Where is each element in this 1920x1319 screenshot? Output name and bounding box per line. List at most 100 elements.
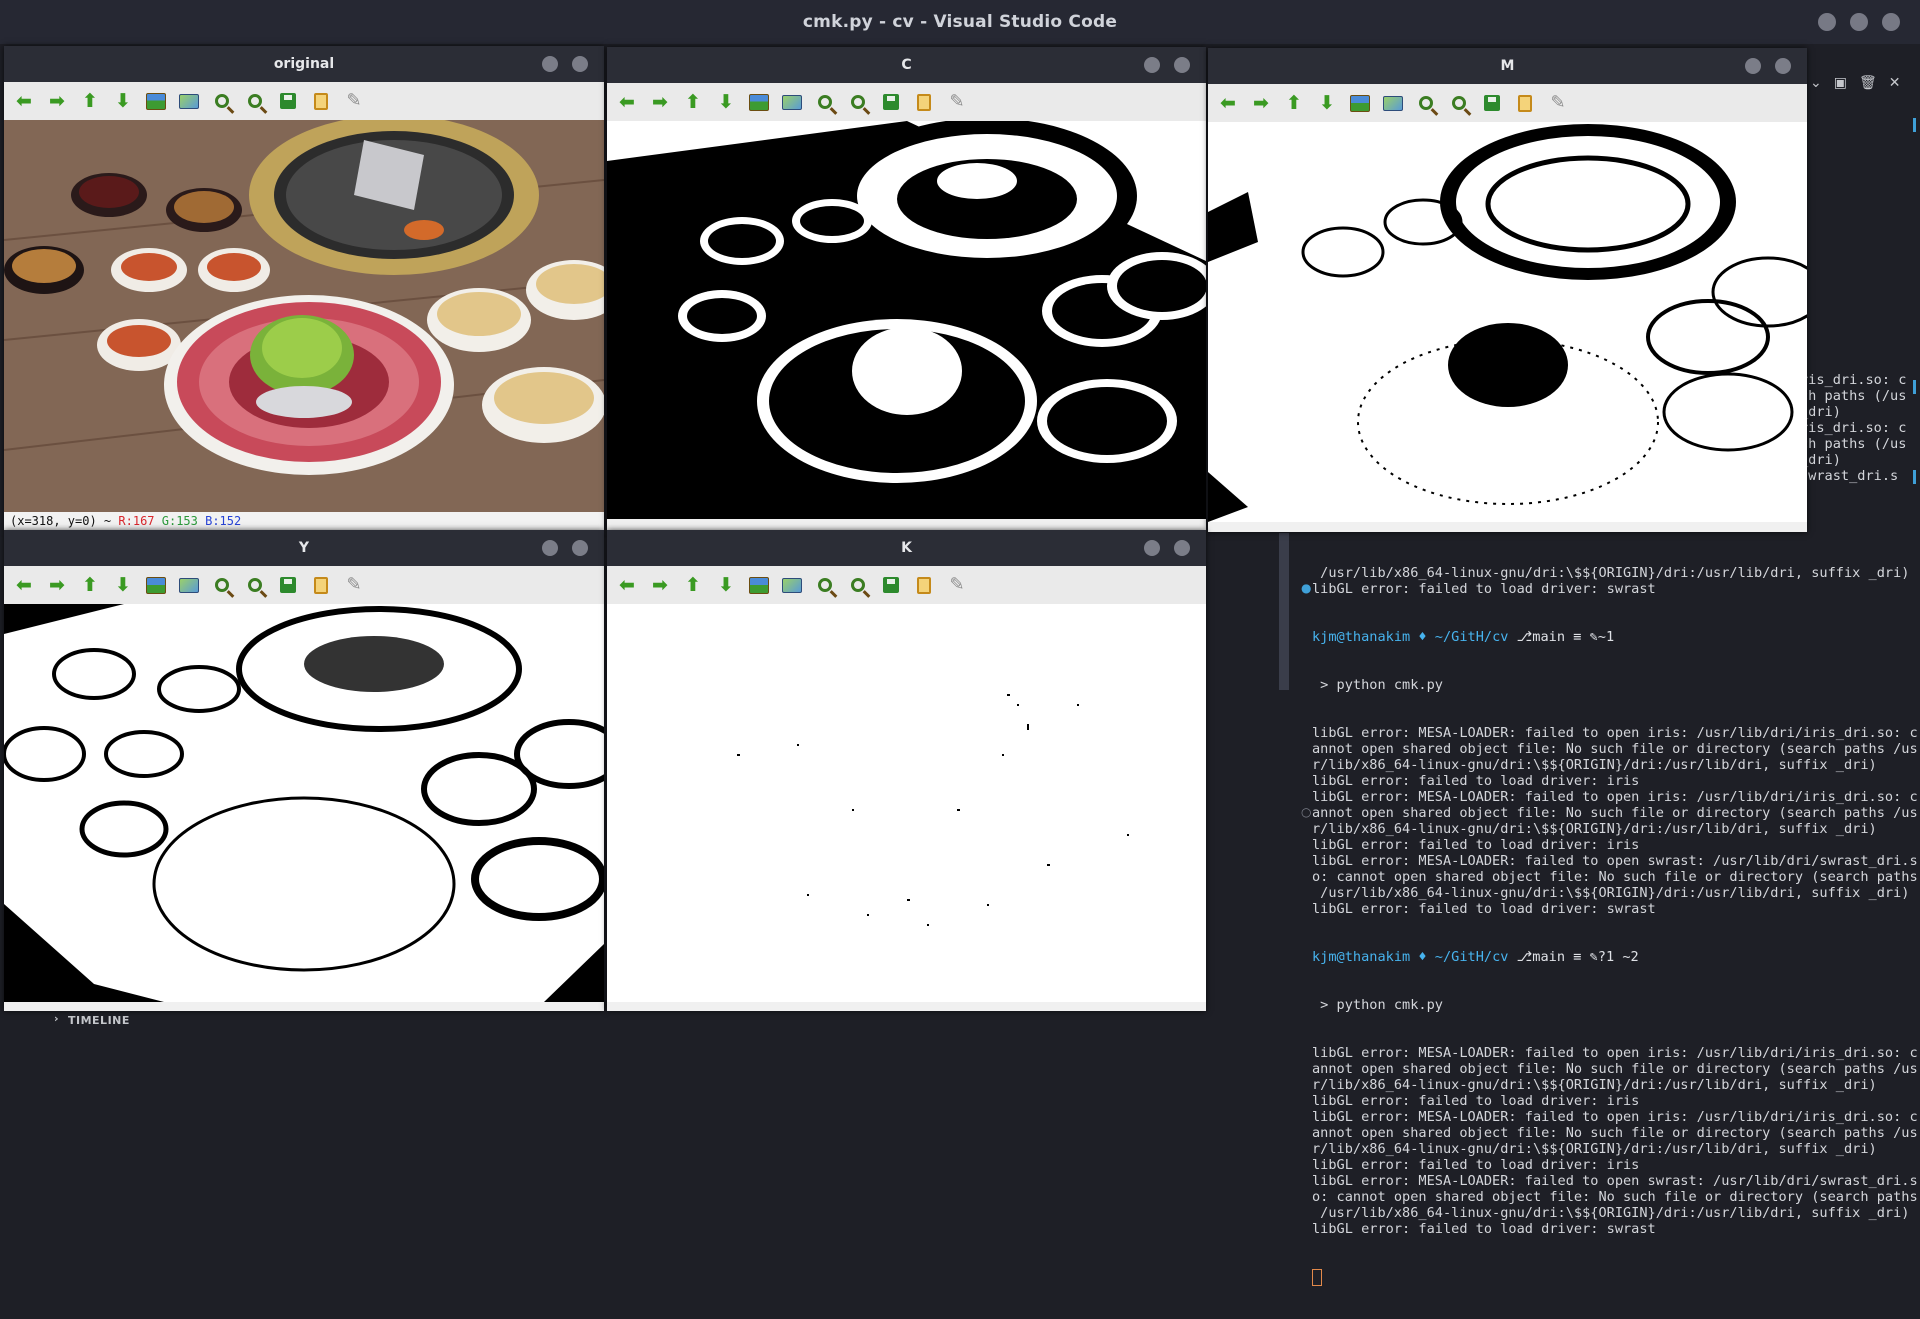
arrow-left-icon[interactable]: ⬅	[615, 90, 639, 114]
zoom-in-icon[interactable]	[210, 89, 234, 113]
close-button[interactable]	[572, 56, 588, 72]
arrow-down-icon[interactable]: ⬇	[111, 573, 135, 597]
arrow-left-icon[interactable]: ⬅	[12, 89, 36, 113]
image-properties-icon[interactable]	[177, 89, 201, 113]
copy-icon[interactable]	[1513, 91, 1537, 115]
terminal-output: /usr/lib/x86_64-linux-gnu/dri:\$${ORIGIN…	[1312, 533, 1918, 1286]
opencv-window-m[interactable]: M ⬅ ➡ ⬆ ⬇ ✎	[1208, 48, 1807, 532]
close-panel-icon[interactable]: ✕	[1889, 75, 1901, 91]
arrow-up-icon[interactable]: ⬆	[78, 89, 102, 113]
image-icon[interactable]	[747, 90, 771, 114]
zoom-in-icon[interactable]	[1414, 91, 1438, 115]
split-panel-icon[interactable]: ▣	[1834, 75, 1847, 91]
brush-icon[interactable]: ✎	[342, 89, 366, 113]
image-properties-icon[interactable]	[780, 573, 804, 597]
save-icon[interactable]	[276, 573, 300, 597]
copy-icon[interactable]	[912, 573, 936, 597]
image-icon[interactable]	[747, 573, 771, 597]
image-icon[interactable]	[144, 89, 168, 113]
image-properties-icon[interactable]	[780, 90, 804, 114]
zoom-out-icon[interactable]	[243, 573, 267, 597]
terminal-line: o: cannot open shared object file: No su…	[1312, 1189, 1918, 1205]
terminal-scrollbar[interactable]	[1279, 533, 1289, 690]
save-icon[interactable]	[879, 90, 903, 114]
terminal-line: libGL error: MESA-LOADER: failed to open…	[1312, 1109, 1918, 1125]
opencv-window-k[interactable]: K ⬅ ➡ ⬆ ⬇ ✎	[607, 530, 1206, 1011]
image-icon[interactable]	[1348, 91, 1372, 115]
image-canvas[interactable]	[607, 121, 1206, 519]
image-properties-icon[interactable]	[1381, 91, 1405, 115]
terminal-line: o: cannot open shared object file: No su…	[1312, 869, 1918, 885]
close-button[interactable]	[1882, 13, 1900, 31]
brush-icon[interactable]: ✎	[945, 90, 969, 114]
arrow-down-icon[interactable]: ⬇	[1315, 91, 1339, 115]
save-icon[interactable]	[879, 573, 903, 597]
command-running-icon: ○	[1301, 805, 1312, 819]
terminal-line: libGL error: MESA-LOADER: failed to open…	[1312, 789, 1918, 805]
arrow-left-icon[interactable]: ⬅	[615, 573, 639, 597]
maximize-button[interactable]	[1850, 13, 1868, 31]
zoom-out-icon[interactable]	[846, 90, 870, 114]
zoom-in-icon[interactable]	[210, 573, 234, 597]
image-canvas[interactable]	[4, 120, 604, 512]
opencv-window-original[interactable]: original ⬅ ➡ ⬆ ⬇ ✎ (x=318, y=0) ~ R:167 …	[4, 46, 604, 530]
terminal-line: annot open shared object file: No such f…	[1312, 805, 1918, 821]
terminal-command: > python cmk.py	[1312, 997, 1443, 1013]
arrow-right-icon[interactable]: ➡	[45, 89, 69, 113]
image-properties-icon[interactable]	[177, 573, 201, 597]
zoom-out-icon[interactable]	[243, 89, 267, 113]
minimize-button[interactable]	[1144, 540, 1160, 556]
terminal-line: libGL error: failed to load driver: swra…	[1312, 581, 1656, 597]
window-title: M	[1208, 48, 1807, 84]
save-icon[interactable]	[276, 89, 300, 113]
opencv-window-y[interactable]: Y ⬅ ➡ ⬆ ⬇ ✎	[4, 530, 604, 1011]
timeline-section[interactable]: › TIMELINE	[0, 1008, 600, 1032]
image-canvas[interactable]	[4, 604, 604, 1002]
brush-icon[interactable]: ✎	[1546, 91, 1570, 115]
opencv-window-c[interactable]: C ⬅ ➡ ⬆ ⬇ ✎	[607, 47, 1206, 530]
close-button[interactable]	[1174, 57, 1190, 73]
minimize-button[interactable]	[1144, 57, 1160, 73]
minimize-button[interactable]	[1818, 13, 1836, 31]
minimize-button[interactable]	[1745, 58, 1761, 74]
minimize-button[interactable]	[542, 540, 558, 556]
terminal-line: ris_dri.so: c	[1800, 372, 1907, 388]
save-icon[interactable]	[1480, 91, 1504, 115]
chevron-down-icon[interactable]: ⌄	[1810, 75, 1822, 91]
brush-icon[interactable]: ✎	[342, 573, 366, 597]
close-button[interactable]	[572, 540, 588, 556]
arrow-left-icon[interactable]: ⬅	[1216, 91, 1240, 115]
terminal-line: libGL error: MESA-LOADER: failed to open…	[1312, 853, 1918, 869]
image-canvas[interactable]	[607, 604, 1206, 1002]
copy-icon[interactable]	[309, 573, 333, 597]
brush-icon[interactable]: ✎	[945, 573, 969, 597]
arrow-right-icon[interactable]: ➡	[648, 573, 672, 597]
arrow-left-icon[interactable]: ⬅	[12, 573, 36, 597]
arrow-up-icon[interactable]: ⬆	[1282, 91, 1306, 115]
zoom-out-icon[interactable]	[846, 573, 870, 597]
trash-icon[interactable]: 🗑	[1859, 75, 1877, 91]
arrow-down-icon[interactable]: ⬇	[714, 573, 738, 597]
arrow-down-icon[interactable]: ⬇	[111, 89, 135, 113]
zoom-in-icon[interactable]	[813, 573, 837, 597]
arrow-right-icon[interactable]: ➡	[648, 90, 672, 114]
minimize-button[interactable]	[542, 56, 558, 72]
copy-icon[interactable]	[912, 90, 936, 114]
copy-icon[interactable]	[309, 89, 333, 113]
zoom-out-icon[interactable]	[1447, 91, 1471, 115]
close-button[interactable]	[1174, 540, 1190, 556]
arrow-right-icon[interactable]: ➡	[1249, 91, 1273, 115]
zoom-in-icon[interactable]	[813, 90, 837, 114]
window-titlebar: cmk.py - cv - Visual Studio Code	[0, 0, 1920, 44]
arrow-right-icon[interactable]: ➡	[45, 573, 69, 597]
arrow-up-icon[interactable]: ⬆	[681, 573, 705, 597]
image-canvas[interactable]	[1208, 122, 1807, 522]
close-button[interactable]	[1775, 58, 1791, 74]
arrow-up-icon[interactable]: ⬆	[78, 573, 102, 597]
window-title: cmk.py - cv - Visual Studio Code	[802, 12, 1118, 32]
arrow-up-icon[interactable]: ⬆	[681, 90, 705, 114]
window-title: Y	[4, 530, 604, 566]
image-icon[interactable]	[144, 573, 168, 597]
arrow-down-icon[interactable]: ⬇	[714, 90, 738, 114]
terminal-line: ch paths (/us	[1800, 388, 1907, 404]
